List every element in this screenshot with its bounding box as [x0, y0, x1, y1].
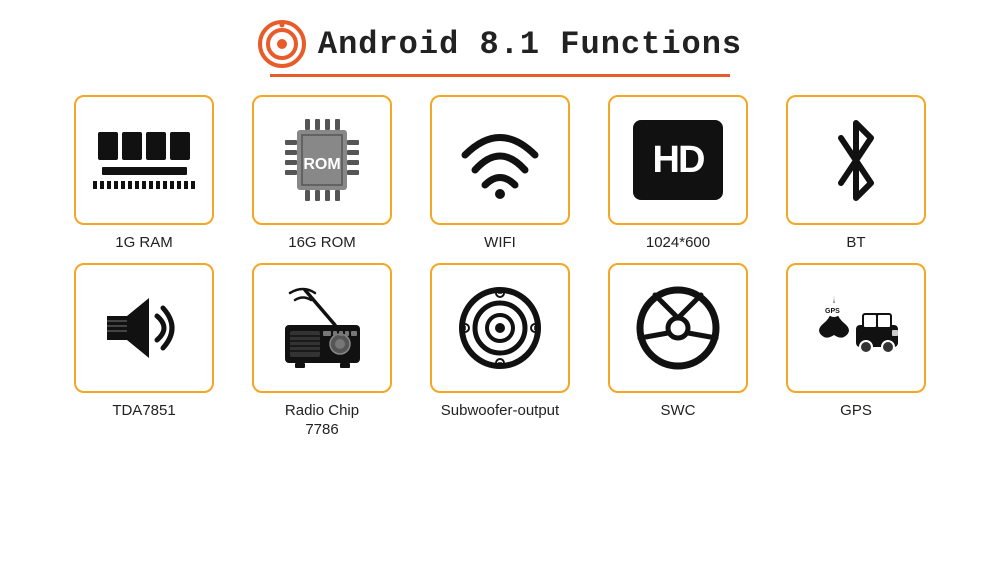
page-header: Android 8.1 Functions	[258, 20, 742, 68]
gps-icon: GPS	[806, 285, 906, 370]
feature-gps: GPS GPS	[776, 263, 936, 440]
radio-chip-label: Radio Chip 7786	[285, 401, 359, 440]
title-underline	[270, 74, 730, 77]
subwoofer-icon	[455, 283, 545, 373]
swc-label: SWC	[661, 401, 696, 421]
features-row-2: TDA7851	[40, 263, 960, 440]
wifi-label: WIFI	[484, 233, 516, 253]
gps-label: GPS	[840, 401, 872, 421]
feature-bt: BT	[776, 95, 936, 253]
tda7851-label: TDA7851	[112, 401, 175, 421]
tda7851-icon-box	[74, 263, 214, 393]
hd-icon: HD	[633, 120, 723, 200]
wifi-icon-box	[430, 95, 570, 225]
feature-tda7851: TDA7851	[64, 263, 224, 440]
feature-1g-ram: 1G RAM	[64, 95, 224, 253]
bt-label: BT	[846, 233, 865, 253]
subwoofer-label: Subwoofer-output	[441, 401, 559, 421]
subwoofer-icon-box	[430, 263, 570, 393]
feature-16g-rom: ROM	[242, 95, 402, 253]
swc-icon-box	[608, 263, 748, 393]
features-row-1: 1G RAM ROM	[40, 95, 960, 253]
radio-chip-icon-box	[252, 263, 392, 393]
16g-rom-label: 16G ROM	[288, 233, 356, 253]
features-grid: 1G RAM ROM	[40, 95, 960, 440]
svg-text:GPS: GPS	[825, 308, 840, 315]
android-logo-icon	[258, 20, 306, 68]
16g-rom-icon-box: ROM	[252, 95, 392, 225]
hd-text: HD	[653, 139, 704, 182]
rom-chip-icon: ROM	[277, 115, 367, 205]
ram-icon	[93, 132, 195, 189]
feature-1024-600: HD 1024*600	[598, 95, 758, 253]
svg-text:ROM: ROM	[303, 156, 340, 173]
speaker-icon	[99, 288, 189, 368]
feature-radio-chip: Radio Chip 7786	[242, 263, 402, 440]
1g-ram-icon-box	[74, 95, 214, 225]
wifi-icon	[455, 120, 545, 200]
1024-600-icon-box: HD	[608, 95, 748, 225]
feature-subwoofer: Subwoofer-output	[420, 263, 580, 440]
feature-wifi: WIFI	[420, 95, 580, 253]
bt-icon-box	[786, 95, 926, 225]
steering-wheel-icon	[633, 283, 723, 373]
feature-swc: SWC	[598, 263, 758, 440]
1024-600-label: 1024*600	[646, 233, 710, 253]
1g-ram-label: 1G RAM	[115, 233, 173, 253]
gps-icon-box: GPS	[786, 263, 926, 393]
radio-icon	[275, 285, 370, 370]
page-title: Android 8.1 Functions	[318, 26, 742, 63]
bluetooth-icon	[826, 118, 886, 203]
